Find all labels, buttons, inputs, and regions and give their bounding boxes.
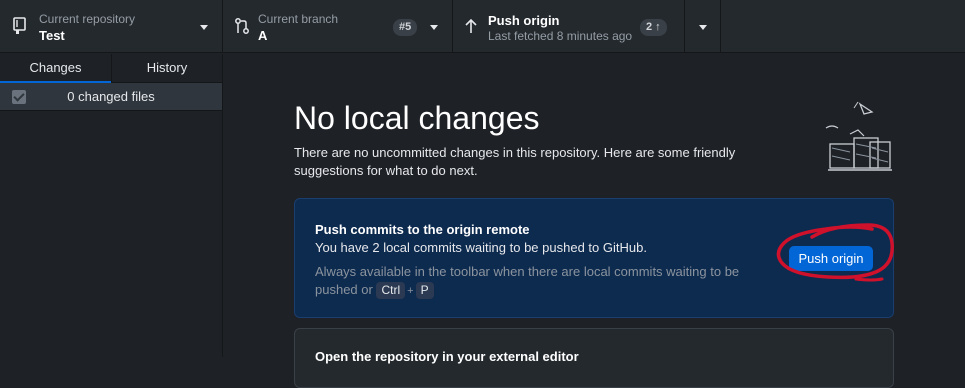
chevron-down-icon (699, 25, 707, 30)
push-card-description: You have 2 local commits waiting to be p… (315, 240, 647, 255)
push-suggestion-card: Push commits to the origin remote You ha… (294, 198, 894, 318)
shortcut-key-p: P (415, 282, 434, 299)
sidebar-tabs: Changes History (0, 54, 222, 83)
push-title: Push origin (488, 13, 560, 28)
repository-label: Current repository (39, 12, 136, 26)
changed-files-header: 0 changed files (0, 83, 222, 111)
open-editor-card: Open the repository in your external edi… (294, 328, 894, 388)
repository-selector[interactable]: Current repository Test (0, 0, 223, 53)
push-origin-toolbar-button[interactable]: Push origin Last fetched 8 minutes ago 2… (453, 0, 721, 53)
page-description: There are no uncommitted changes in this… (294, 145, 736, 178)
page-title: No local changes (294, 100, 540, 136)
tab-changes[interactable]: Changes (0, 54, 111, 83)
chevron-down-icon (430, 25, 438, 30)
branch-name: A (258, 28, 268, 43)
toolbar: Current repository Test Current branch A… (0, 0, 965, 53)
push-card-title: Push commits to the origin remote (315, 222, 530, 237)
commits-ahead-badge: 2 ↑ (640, 19, 667, 36)
branch-label: Current branch (258, 12, 339, 26)
shortcut-key-ctrl: Ctrl (376, 282, 406, 299)
branch-icon (235, 18, 249, 34)
branch-selector[interactable]: Current branch A #5 (223, 0, 453, 53)
shortcut-plus: + (407, 285, 414, 297)
push-dropdown-button[interactable] (684, 0, 721, 53)
pull-request-badge[interactable]: #5 (393, 19, 418, 36)
tab-history[interactable]: History (111, 54, 222, 82)
arrow-up-icon (465, 18, 477, 33)
main-panel: No local changes There are no uncommitte… (224, 54, 965, 388)
push-card-hint: Always available in the toolbar when the… (315, 263, 785, 300)
changed-files-count: 0 changed files (67, 89, 155, 104)
sidebar: Changes History 0 changed files (0, 54, 223, 357)
chevron-down-icon (200, 25, 208, 30)
repository-name: Test (39, 28, 65, 43)
last-fetched-text: Last fetched 8 minutes ago (488, 29, 633, 43)
empty-state-illustration (825, 101, 892, 171)
checkbox-checked-icon[interactable] (12, 90, 26, 104)
push-origin-button[interactable]: Push origin (789, 246, 873, 271)
repo-icon (13, 17, 26, 34)
